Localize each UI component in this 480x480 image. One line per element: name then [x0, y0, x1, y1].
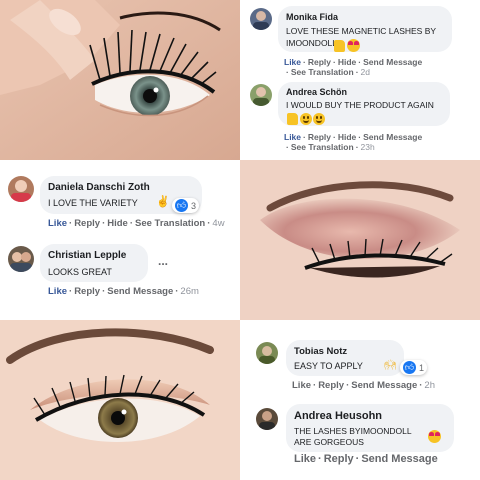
comment-author[interactable]: Tobias Notz: [294, 346, 347, 357]
avatar[interactable]: [256, 408, 278, 430]
reply-link[interactable]: Reply: [324, 453, 354, 465]
like-reaction-icon: 👍︎: [403, 361, 416, 374]
photo-pink-eyeshadow: [240, 160, 480, 320]
comment-text: EASY TO APPLY: [294, 361, 363, 371]
comment-text: THE LASHES BYIMOONDOLL ARE GORGEOUS: [294, 426, 412, 447]
timestamp[interactable]: 2d: [361, 67, 370, 77]
avatar[interactable]: [250, 84, 272, 106]
timestamp[interactable]: 26m: [180, 286, 198, 297]
timestamp[interactable]: 23h: [361, 142, 375, 152]
more-options-icon[interactable]: ...: [158, 254, 168, 268]
comment-text: I LOVE THE VARIETY: [48, 198, 138, 208]
photo-hazel-eye: [0, 320, 240, 480]
raising-hands-emoji-icon: 🙌︎: [384, 360, 397, 371]
comment-bubble: Andrea Schön I WOULD BUY THE PRODUCT AGA…: [278, 82, 450, 126]
see-translation-link[interactable]: See Translation: [135, 218, 205, 229]
thumbs-up-emoji-icon: [287, 113, 298, 125]
send-message-link[interactable]: Send Message: [363, 57, 422, 67]
reaction-count-value: 3: [191, 200, 197, 211]
like-link[interactable]: Like: [48, 286, 67, 297]
like-link[interactable]: Like: [48, 218, 67, 229]
comment-author[interactable]: Andrea Schön: [286, 87, 347, 97]
reply-link[interactable]: Reply: [308, 132, 331, 142]
comment-actions: Like · Reply · Hide · Send Message · See Transl…: [284, 57, 423, 77]
comment-bubble: Andrea Heusohn THE LASHES BYIMOONDOLL AR…: [286, 404, 454, 452]
send-message-link[interactable]: Send Message: [363, 132, 422, 142]
reply-link[interactable]: Reply: [308, 57, 331, 67]
comment-text: LOOKS GREAT: [48, 267, 112, 277]
grinning-emoji-icon: [300, 113, 312, 125]
like-link[interactable]: Like: [284, 132, 301, 142]
heart-eyes-emoji-icon: [428, 430, 441, 443]
comment-actions: Like · Reply · Send Message · 26m: [48, 286, 199, 297]
comment-andrea-schon: Andrea Schön I WOULD BUY THE PRODUCT AGA…: [248, 80, 480, 160]
like-link[interactable]: Like: [292, 380, 311, 391]
like-link[interactable]: Like: [294, 453, 316, 465]
hide-link[interactable]: Hide: [107, 218, 128, 229]
comment-bubble: Monika Fida LOVE THESE MAGNETIC LASHES B…: [278, 6, 452, 52]
reaction-count[interactable]: 👍︎ 3: [172, 198, 200, 213]
send-message-link[interactable]: Send Message: [107, 286, 173, 297]
reply-link[interactable]: Reply: [74, 218, 100, 229]
thumbs-up-emoji-icon: [334, 40, 345, 52]
comment-bubble: Christian Lepple LOOKS GREAT: [40, 244, 148, 282]
comment-text: I WOULD BUY THE PRODUCT AGAIN: [286, 100, 434, 110]
timestamp[interactable]: 2h: [424, 380, 435, 391]
comment-monika-fida: Monika Fida LOVE THESE MAGNETIC LASHES B…: [248, 0, 480, 80]
comment-daniela-danschi-zoth: Daniela Danschi Zoth I LOVE THE VARIETY …: [0, 160, 240, 240]
comment-author[interactable]: Monika Fida: [286, 12, 338, 22]
comment-actions: Like · Reply · Send Message: [294, 453, 438, 465]
like-reaction-icon: 👍︎: [175, 199, 188, 212]
grinning-emoji-icon: [313, 113, 325, 125]
comment-author[interactable]: Andrea Heusohn: [294, 410, 382, 422]
comment-text: LOVE THESE MAGNETIC LASHES BY IMOONDOLL!…: [286, 26, 436, 48]
comment-tobias-notz: Tobias Notz EASY TO APPLY 🙌︎ 👍︎ 1 Like · R…: [248, 320, 480, 400]
comment-andrea-heusohn: Andrea Heusohn THE LASHES BYIMOONDOLL AR…: [248, 400, 480, 480]
comment-author[interactable]: Daniela Danschi Zoth: [48, 182, 150, 193]
avatar[interactable]: [8, 246, 34, 272]
comment-actions: Like · Reply · Hide · Send Message · See Transl…: [284, 132, 423, 152]
comment-author[interactable]: Christian Lepple: [48, 250, 126, 261]
avatar[interactable]: [256, 342, 278, 364]
see-translation-link[interactable]: See Translation: [291, 67, 354, 77]
reply-link[interactable]: Reply: [74, 286, 100, 297]
ok-hand-emoji-icon: ✌: [156, 196, 170, 208]
send-message-link[interactable]: Send Message: [361, 453, 437, 465]
hide-link[interactable]: Hide: [338, 57, 356, 67]
photo-lash-application: [0, 0, 240, 160]
reaction-count[interactable]: 👍︎ 1: [400, 360, 428, 375]
see-translation-link[interactable]: See Translation: [291, 142, 354, 152]
timestamp[interactable]: 4w: [212, 218, 224, 229]
reaction-count-value: 1: [419, 362, 425, 373]
avatar[interactable]: [8, 176, 34, 202]
reply-link[interactable]: Reply: [318, 380, 344, 391]
comment-actions: Like · Reply · Send Message · 2h: [292, 380, 435, 391]
send-message-link[interactable]: Send Message: [351, 380, 417, 391]
heart-eyes-emoji-icon: [347, 39, 360, 52]
avatar[interactable]: [250, 8, 272, 30]
hide-link[interactable]: Hide: [338, 132, 356, 142]
comment-actions: Like · Reply · Hide · See Translation · 4w: [48, 218, 225, 229]
like-link[interactable]: Like: [284, 57, 301, 67]
comment-christian-lepple: Christian Lepple LOOKS GREAT ... Like · Re…: [0, 240, 240, 320]
